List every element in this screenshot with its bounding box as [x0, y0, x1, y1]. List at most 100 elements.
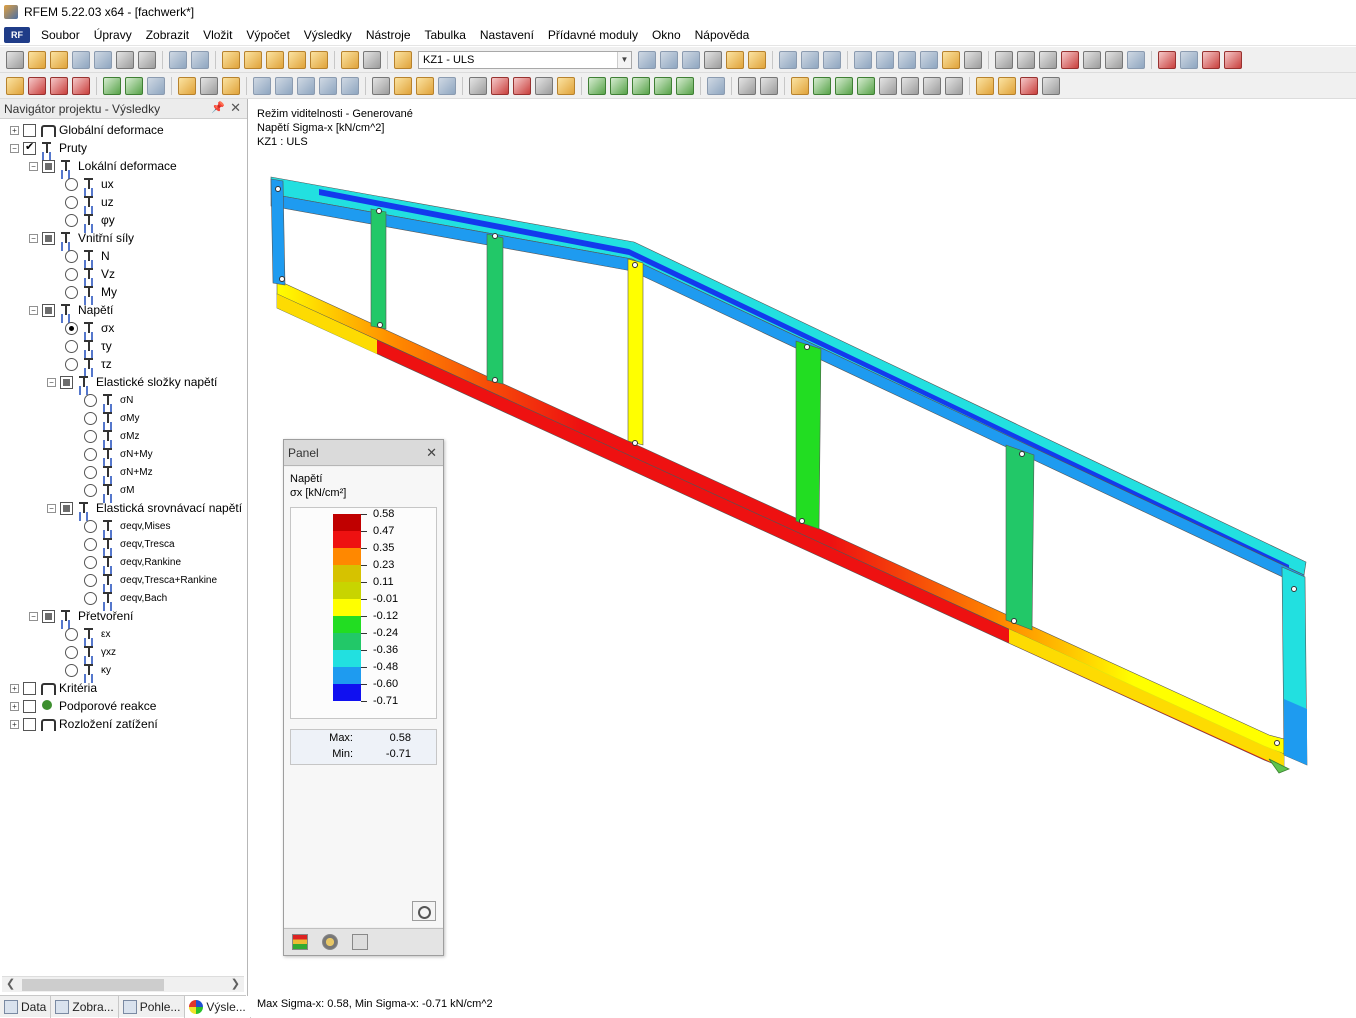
radio[interactable]	[65, 663, 78, 677]
results-colors-icon[interactable]	[1020, 76, 1038, 95]
zoom-all-icon[interactable]	[469, 76, 487, 95]
collapse-icon[interactable]: −	[47, 377, 56, 387]
display-solids-icon[interactable]	[835, 76, 853, 95]
display-table-icon[interactable]	[945, 76, 963, 95]
zoom-window-icon[interactable]	[491, 76, 509, 95]
tree-node-equivalent-stresses[interactable]: − Elastická srovnávací napětí	[47, 499, 242, 517]
node[interactable]	[376, 208, 382, 214]
radio[interactable]	[84, 519, 97, 533]
radio[interactable]	[65, 645, 78, 659]
vertical-5[interactable]	[1005, 444, 1035, 631]
line-style-icon[interactable]	[738, 76, 756, 95]
comment-icon[interactable]	[416, 76, 434, 95]
vertical-1[interactable]	[370, 208, 387, 330]
node-icon[interactable]	[6, 76, 24, 95]
tree-node-elastic-components[interactable]: − Elastické složky napětí	[47, 373, 217, 391]
values-icon[interactable]	[704, 50, 722, 69]
tree-node-sigma-n-mz[interactable]: σN+Mz	[84, 463, 153, 481]
mdi-window-icon[interactable]: RF	[4, 26, 30, 43]
node[interactable]	[799, 518, 805, 524]
tree-node-sigma-tresca[interactable]: σeqv,Tresca	[84, 535, 175, 553]
vertical-4[interactable]	[795, 340, 822, 530]
radio[interactable]	[65, 249, 78, 263]
expand-icon[interactable]: +	[10, 719, 19, 729]
panel-header[interactable]: Panel ✕	[284, 440, 443, 466]
vertical-2[interactable]	[486, 233, 504, 385]
edit-icon[interactable]	[222, 50, 240, 69]
report-icon[interactable]	[1202, 50, 1220, 69]
checkbox[interactable]	[42, 159, 55, 173]
menu-zobrazit[interactable]: Zobrazit	[139, 28, 196, 42]
expand-icon[interactable]: +	[10, 125, 19, 135]
show-results-icon[interactable]	[726, 50, 744, 69]
settings-icon[interactable]	[1127, 50, 1145, 69]
tree-node-gamma-xz[interactable]: γxz	[65, 643, 116, 661]
tree-node-load-distribution[interactable]: + Rozložení zatížení	[10, 715, 158, 733]
node[interactable]	[377, 322, 383, 328]
checkbox[interactable]	[23, 681, 36, 695]
display-grid-icon[interactable]	[901, 76, 919, 95]
node[interactable]	[632, 440, 638, 446]
tree-node-global-deformations[interactable]: + Globální deformace	[10, 121, 164, 139]
tree-node-sigma-tresca-rankine[interactable]: σeqv,Tresca+Rankine	[84, 571, 217, 589]
end-post-left[interactable]	[270, 178, 286, 286]
tree-node-phi-y[interactable]: φy	[65, 211, 115, 229]
print-preview-icon[interactable]	[138, 50, 156, 69]
checkbox[interactable]	[23, 140, 36, 155]
snap-icon[interactable]	[876, 50, 894, 69]
search-icon[interactable]	[244, 50, 262, 69]
tree-node-sigma-x[interactable]: σx	[65, 319, 114, 337]
menu-soubor[interactable]: Soubor	[34, 28, 87, 42]
nodal-load-icon[interactable]	[178, 76, 196, 95]
scrollbar-thumb[interactable]	[22, 979, 164, 991]
tree-node-sigma-mises[interactable]: σeqv,Mises	[84, 517, 170, 535]
menu-nastaveni[interactable]: Nastavení	[473, 28, 541, 42]
radio[interactable]	[65, 213, 78, 227]
tree-node-sigma-rankine[interactable]: σeqv,Rankine	[84, 553, 181, 571]
node[interactable]	[279, 276, 285, 282]
tree-node-sigma-m[interactable]: σM	[84, 481, 135, 499]
display-legend-icon[interactable]	[923, 76, 941, 95]
checkbox[interactable]	[60, 375, 73, 389]
tree-node-ux[interactable]: ux	[65, 175, 114, 193]
display-supports-icon[interactable]	[879, 76, 897, 95]
checkbox[interactable]	[42, 231, 55, 245]
delete-icon[interactable]	[1061, 50, 1079, 69]
expand-icon[interactable]: +	[10, 701, 19, 711]
work-plane-icon[interactable]	[920, 50, 938, 69]
tree-node-members[interactable]: − Pruty	[10, 139, 87, 157]
deformation-icon[interactable]	[779, 50, 797, 69]
radio[interactable]	[84, 555, 97, 569]
member-shape-icon[interactable]	[760, 76, 778, 95]
zoom-legend-button[interactable]	[412, 901, 436, 921]
results-on-off-icon[interactable]	[682, 50, 700, 69]
color-scale-icon[interactable]	[292, 934, 308, 950]
hinge-icon[interactable]	[125, 76, 143, 95]
imperfection-icon[interactable]	[222, 76, 240, 95]
tree-node-criteria[interactable]: + Kritéria	[10, 679, 97, 697]
pin-icon[interactable]: 📌	[211, 101, 225, 114]
load-case-icon[interactable]	[394, 50, 412, 69]
radio[interactable]	[84, 537, 97, 551]
node[interactable]	[632, 262, 638, 268]
collapse-icon[interactable]: −	[29, 161, 38, 171]
chevron-down-icon[interactable]: ▼	[617, 51, 631, 68]
menu-pridavne-moduly[interactable]: Přídavné moduly	[541, 28, 645, 42]
menu-okno[interactable]: Okno	[645, 28, 688, 42]
table-toggle-icon[interactable]	[363, 50, 381, 69]
tab-results[interactable]: Výsle...	[185, 996, 251, 1018]
tree-node-sigma-bach[interactable]: σeqv,Bach	[84, 589, 167, 607]
tree-node-sigma-my[interactable]: σMy	[84, 409, 140, 427]
checkbox[interactable]	[23, 717, 36, 731]
menu-vysledky[interactable]: Výsledky	[297, 28, 359, 42]
visibility-icon[interactable]	[707, 76, 725, 95]
node[interactable]	[1291, 586, 1297, 592]
navigator-toggle-icon[interactable]	[341, 50, 359, 69]
close-icon[interactable]: ✕	[426, 445, 437, 461]
print-icon[interactable]	[116, 50, 134, 69]
export-icon[interactable]	[1158, 50, 1176, 69]
render-icon[interactable]	[341, 76, 359, 95]
menu-vlozit[interactable]: Vložit	[196, 28, 239, 42]
radio[interactable]	[65, 321, 78, 335]
tree-node-sigma-n[interactable]: σN	[84, 391, 133, 409]
